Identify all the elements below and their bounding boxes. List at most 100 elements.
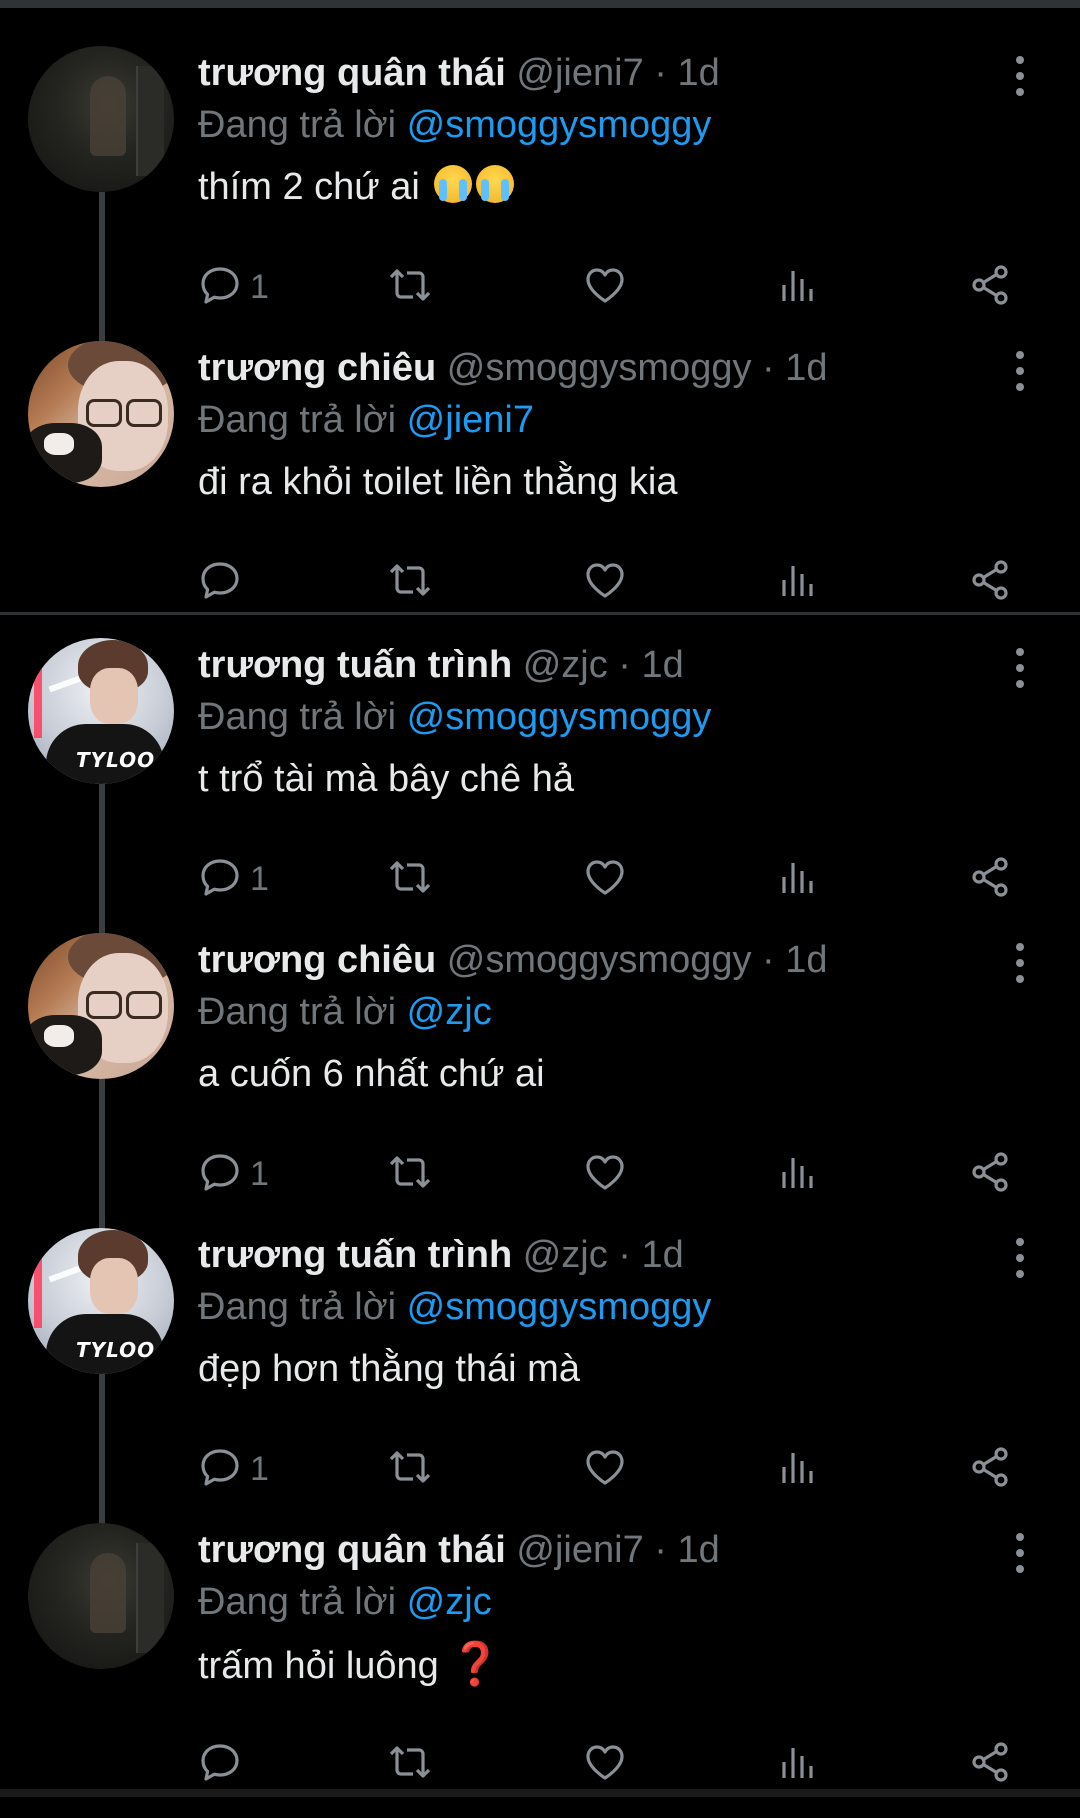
replying-to-label: Đang trả lời <box>198 104 407 146</box>
display-name[interactable]: trương tuấn trình <box>198 644 512 686</box>
tweet[interactable]: TYLOO trương tuấn trình @zjc · 1d Đang t… <box>0 1228 1080 1523</box>
retweet-button[interactable] <box>388 557 432 607</box>
avatar[interactable] <box>28 46 174 192</box>
more-options-icon[interactable] <box>1002 1236 1038 1280</box>
reply-button[interactable]: 1 <box>198 1444 269 1494</box>
share-button[interactable] <box>968 1739 1012 1789</box>
user-handle[interactable]: @zjc <box>523 1234 608 1276</box>
more-options-icon[interactable] <box>1002 349 1038 393</box>
views-button[interactable] <box>776 1149 820 1199</box>
reply-mention-link[interactable]: @jieni7 <box>407 399 534 441</box>
like-button[interactable] <box>583 262 627 312</box>
retweet-icon <box>388 1445 432 1494</box>
more-options-icon[interactable] <box>1002 646 1038 690</box>
like-icon <box>583 558 627 607</box>
display-name[interactable]: trương quân thái <box>198 52 506 94</box>
reply-count: 1 <box>250 860 269 898</box>
reply-button[interactable] <box>198 557 250 607</box>
views-button[interactable] <box>776 557 820 607</box>
tweet[interactable]: TYLOO trương tuấn trình @zjc · 1d Đang t… <box>0 638 1080 933</box>
share-button[interactable] <box>968 1149 1012 1199</box>
more-dot <box>1016 648 1024 656</box>
display-name[interactable]: trương tuấn trình <box>198 1234 512 1276</box>
reply-icon <box>198 1740 242 1789</box>
reply-mention-link[interactable]: @smoggysmoggy <box>407 696 712 738</box>
question-mark-emoji-icon: ❓ <box>449 1640 502 1687</box>
share-button[interactable] <box>968 1444 1012 1494</box>
retweet-button[interactable] <box>388 1739 432 1789</box>
reply-mention-link[interactable]: @zjc <box>407 991 492 1033</box>
tweet-text-content: đẹp hơn thằng thái mà <box>198 1348 580 1390</box>
reply-button[interactable]: 1 <box>198 262 269 312</box>
tweet-text: a cuốn 6 nhất chứ ai <box>198 1049 545 1099</box>
like-icon <box>583 1740 627 1789</box>
views-button[interactable] <box>776 1444 820 1494</box>
avatar[interactable] <box>28 341 174 487</box>
replying-to-label: Đang trả lời <box>198 399 407 441</box>
avatar[interactable] <box>28 1523 174 1669</box>
retweet-button[interactable] <box>388 262 432 312</box>
more-dot <box>1016 664 1024 672</box>
tweet-text: trấm hỏi luông ❓ <box>198 1639 502 1691</box>
meta-separator: · <box>607 644 642 686</box>
user-handle[interactable]: @jieni7 <box>516 52 643 94</box>
reply-mention-link[interactable]: @zjc <box>407 1581 492 1623</box>
retweet-button[interactable] <box>388 1444 432 1494</box>
views-icon <box>776 1445 820 1494</box>
like-button[interactable] <box>583 1444 627 1494</box>
replying-to-line: Đang trả lời @smoggysmoggy <box>198 692 711 742</box>
reply-count: 1 <box>250 1450 269 1488</box>
user-handle[interactable]: @smoggysmoggy <box>447 347 752 389</box>
tweet[interactable]: trương chiêu @smoggysmoggy · 1d Đang trả… <box>0 341 1080 636</box>
views-icon <box>776 263 820 312</box>
timestamp[interactable]: 1d <box>785 347 827 389</box>
views-button[interactable] <box>776 1739 820 1789</box>
timestamp[interactable]: 1d <box>678 52 720 94</box>
views-button[interactable] <box>776 854 820 904</box>
timestamp[interactable]: 1d <box>642 1234 684 1276</box>
meta-separator: · <box>607 1234 642 1276</box>
timestamp[interactable]: 1d <box>785 939 827 981</box>
like-button[interactable] <box>583 1739 627 1789</box>
tweet[interactable]: trương chiêu @smoggysmoggy · 1d Đang trả… <box>0 933 1080 1228</box>
share-button[interactable] <box>968 262 1012 312</box>
display-name[interactable]: trương quân thái <box>198 1529 506 1571</box>
more-options-icon[interactable] <box>1002 941 1038 985</box>
crying-face-emoji-icon <box>476 165 515 203</box>
like-button[interactable] <box>583 557 627 607</box>
user-handle[interactable]: @smoggysmoggy <box>447 939 752 981</box>
timestamp[interactable]: 1d <box>642 644 684 686</box>
share-button[interactable] <box>968 854 1012 904</box>
avatar-jersey-shape: TYLOO <box>46 724 164 784</box>
user-handle[interactable]: @jieni7 <box>516 1529 643 1571</box>
reply-button[interactable]: 1 <box>198 1149 269 1199</box>
reply-count: 1 <box>250 1155 269 1193</box>
more-options-icon[interactable] <box>1002 54 1038 98</box>
timestamp[interactable]: 1d <box>678 1529 720 1571</box>
avatar-face-shape <box>90 1258 138 1314</box>
more-options-icon[interactable] <box>1002 1531 1038 1575</box>
retweet-button[interactable] <box>388 854 432 904</box>
like-button[interactable] <box>583 854 627 904</box>
share-button[interactable] <box>968 557 1012 607</box>
display-name[interactable]: trương chiêu <box>198 939 436 981</box>
tweet[interactable]: trương quân thái @jieni7 · 1d Đang trả l… <box>0 1523 1080 1818</box>
avatar[interactable]: TYLOO <box>28 638 174 784</box>
reply-button[interactable]: 1 <box>198 854 269 904</box>
tweet[interactable]: trương quân thái @jieni7 · 1d Đang trả l… <box>0 46 1080 341</box>
replying-to-label: Đang trả lời <box>198 1581 407 1623</box>
user-handle[interactable]: @zjc <box>523 644 608 686</box>
reply-mention-link[interactable]: @smoggysmoggy <box>407 104 712 146</box>
share-icon <box>968 1445 1012 1494</box>
like-button[interactable] <box>583 1149 627 1199</box>
avatar[interactable]: TYLOO <box>28 1228 174 1374</box>
action-bar: 1 <box>198 854 1038 904</box>
retweet-button[interactable] <box>388 1149 432 1199</box>
like-icon <box>583 1445 627 1494</box>
reply-mention-link[interactable]: @smoggysmoggy <box>407 1286 712 1328</box>
views-button[interactable] <box>776 262 820 312</box>
like-icon <box>583 1150 627 1199</box>
avatar[interactable] <box>28 933 174 1079</box>
display-name[interactable]: trương chiêu <box>198 347 436 389</box>
reply-button[interactable] <box>198 1739 250 1789</box>
